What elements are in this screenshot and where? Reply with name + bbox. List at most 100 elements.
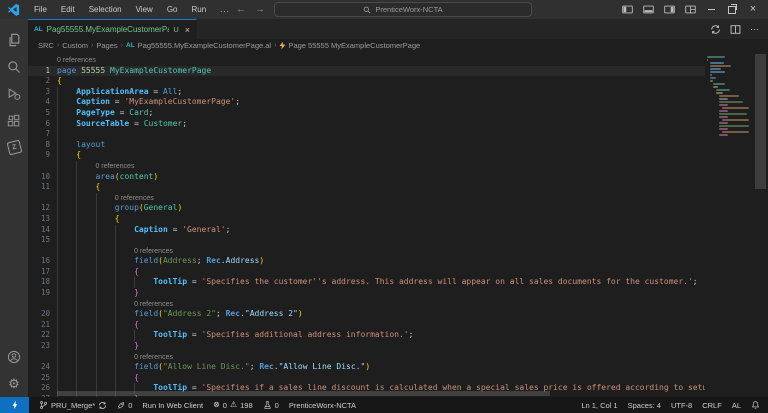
toggle-primary-sidebar-icon[interactable]	[621, 4, 633, 16]
line-number[interactable]: 16	[28, 256, 50, 267]
line-number[interactable]: 21	[28, 320, 50, 331]
notifications-bell-icon[interactable]	[751, 400, 760, 410]
code-line-24[interactable]: 24field("Allow Line Disc."; Rec."Allow L…	[28, 362, 705, 373]
line-number[interactable]: 5	[28, 108, 50, 119]
command-center-search[interactable]: PrenticeWorx-NCTA	[274, 2, 532, 17]
code-line-9[interactable]: 9{	[28, 150, 705, 161]
workspace-status[interactable]: PrenticeWorx-NCTA	[289, 401, 356, 410]
menu-go[interactable]: Go	[160, 5, 185, 14]
line-number[interactable]: 1	[28, 66, 50, 77]
language-mode[interactable]: AL	[732, 401, 741, 410]
code-line-17[interactable]: 17{	[28, 267, 705, 278]
settings-gear-icon[interactable]: ⚙	[0, 370, 28, 397]
menu-run[interactable]: Run	[184, 5, 213, 14]
run-debug-icon[interactable]	[0, 80, 28, 107]
codelens-references[interactable]: 0 references	[28, 55, 705, 66]
code-line-15[interactable]: 15	[28, 235, 705, 246]
code-line-21[interactable]: 21{	[28, 320, 705, 331]
codelens-references[interactable]: 0 references	[28, 193, 705, 204]
extensions-icon[interactable]	[0, 107, 28, 134]
code-line-3[interactable]: 3ApplicationArea = All;	[28, 87, 705, 98]
indentation-status[interactable]: Spaces: 4	[628, 401, 661, 410]
breadcrumb-item[interactable]: Pag55555.MyExampleCustomerPage.al	[138, 41, 271, 50]
toggle-panel-icon[interactable]	[642, 4, 654, 16]
breadcrumb-item[interactable]: Page 55555 MyExampleCustomerPage	[288, 41, 420, 50]
line-number[interactable]: 18	[28, 277, 50, 288]
tab-close-icon[interactable]: ×	[185, 25, 190, 35]
line-number[interactable]: 2	[28, 76, 50, 87]
code-line-14[interactable]: 14Caption = 'General';	[28, 225, 705, 236]
code-line-5[interactable]: 5PageType = Card;	[28, 108, 705, 119]
menu-edit[interactable]: Edit	[54, 5, 82, 14]
code-line-20[interactable]: 20field("Address 2"; Rec."Address 2")	[28, 309, 705, 320]
line-number[interactable]: 25	[28, 373, 50, 384]
minimap[interactable]	[705, 52, 753, 397]
run-in-web-client[interactable]: Run In Web Client	[142, 401, 203, 410]
menu-[interactable]: ...	[213, 5, 237, 14]
test-counter-item[interactable]: 0	[263, 400, 279, 410]
line-number[interactable]: 15	[28, 235, 50, 246]
vertical-scrollbar[interactable]	[753, 52, 768, 397]
code-line-18[interactable]: 18ToolTip = 'Specifies the customer''s a…	[28, 277, 705, 288]
code-line-4[interactable]: 4Caption = 'MyExampleCustomerPage';	[28, 97, 705, 108]
remote-indicator[interactable]	[0, 397, 29, 413]
line-number[interactable]: 10	[28, 172, 50, 183]
vertical-scrollbar-thumb[interactable]	[755, 54, 766, 189]
line-number[interactable]: 14	[28, 225, 50, 236]
breadcrumb-item[interactable]: Pages	[96, 41, 117, 50]
line-number[interactable]: 24	[28, 362, 50, 373]
more-actions-icon[interactable]: ⋯	[750, 24, 760, 35]
code-line-12[interactable]: 12group(General)	[28, 203, 705, 214]
forward-icon[interactable]: →	[255, 5, 265, 15]
line-number[interactable]: 3	[28, 87, 50, 98]
minimize-button[interactable]	[705, 4, 717, 16]
breadcrumb-item[interactable]: Custom	[62, 41, 88, 50]
git-branch-item[interactable]: PRU_Merge*	[39, 400, 107, 410]
tab-pag55555[interactable]: AL Pag55555.MyExampleCustomerPage.al U ×	[28, 19, 197, 39]
line-number[interactable]: 11	[28, 182, 50, 193]
customize-layout-icon[interactable]	[684, 4, 696, 16]
code-line-10[interactable]: 10area(content)	[28, 172, 705, 183]
code-line-16[interactable]: 16field(Address; Rec.Address)	[28, 256, 705, 267]
horizontal-scrollbar-thumb[interactable]	[57, 391, 550, 396]
al-object-designer-icon[interactable]: Z	[0, 134, 28, 161]
encoding-status[interactable]: UTF-8	[671, 401, 692, 410]
line-number[interactable]: 7	[28, 129, 50, 140]
codelens-references[interactable]: 0 references	[28, 246, 705, 257]
code-line-2[interactable]: 2{	[28, 76, 705, 87]
code-line-25[interactable]: 25{	[28, 373, 705, 384]
eol-status[interactable]: CRLF	[702, 401, 722, 410]
line-number[interactable]: 22	[28, 330, 50, 341]
split-editor-icon[interactable]	[730, 24, 741, 35]
search-sidebar-icon[interactable]	[0, 53, 28, 80]
horizontal-scrollbar[interactable]	[28, 389, 705, 397]
restore-button[interactable]	[726, 4, 738, 16]
code-line-7[interactable]: 7	[28, 129, 705, 140]
menu-view[interactable]: View	[129, 5, 160, 14]
codelens-references[interactable]: 0 references	[28, 352, 705, 363]
code-line-6[interactable]: 6SourceTable = Customer;	[28, 119, 705, 130]
cursor-position[interactable]: Ln 1, Col 1	[581, 401, 617, 410]
code-line-8[interactable]: 8layout	[28, 140, 705, 151]
back-icon[interactable]: ←	[236, 5, 246, 15]
breadcrumb-item[interactable]: SRC	[38, 41, 54, 50]
toggle-secondary-sidebar-icon[interactable]	[663, 4, 675, 16]
codelens-references[interactable]: 0 references	[28, 299, 705, 310]
line-number[interactable]: 13	[28, 214, 50, 225]
line-number[interactable]: 20	[28, 309, 50, 320]
rocket-counter-item[interactable]: 0	[117, 401, 132, 410]
line-number[interactable]: 8	[28, 140, 50, 151]
explorer-icon[interactable]	[0, 26, 28, 53]
code-line-1[interactable]: 1page 55555 MyExampleCustomerPage	[28, 66, 705, 77]
menu-file[interactable]: File	[27, 5, 54, 14]
code-line-19[interactable]: 19}	[28, 288, 705, 299]
account-icon[interactable]	[0, 343, 28, 370]
line-number[interactable]: 17	[28, 267, 50, 278]
code-line-23[interactable]: 23}	[28, 341, 705, 352]
menu-selection[interactable]: Selection	[82, 5, 129, 14]
line-number[interactable]: 19	[28, 288, 50, 299]
problems-item[interactable]: ⊗ 0 ⚠ 198	[213, 401, 253, 410]
line-number[interactable]: 9	[28, 150, 50, 161]
code-line-22[interactable]: 22ToolTip = 'Specifies additional addres…	[28, 330, 705, 341]
code-line-13[interactable]: 13{	[28, 214, 705, 225]
